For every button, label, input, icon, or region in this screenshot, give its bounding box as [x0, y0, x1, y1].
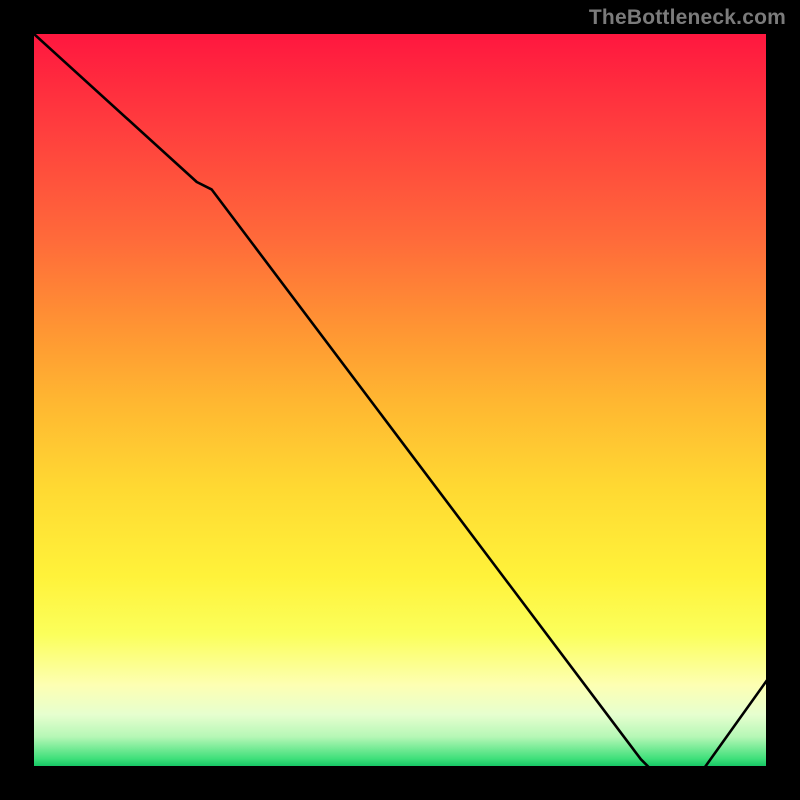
chart-stage: TheBottleneck.com: [0, 0, 800, 800]
plot-background-gradient: [34, 34, 766, 766]
attribution-label: TheBottleneck.com: [589, 6, 786, 30]
plot-frame: [30, 30, 770, 770]
